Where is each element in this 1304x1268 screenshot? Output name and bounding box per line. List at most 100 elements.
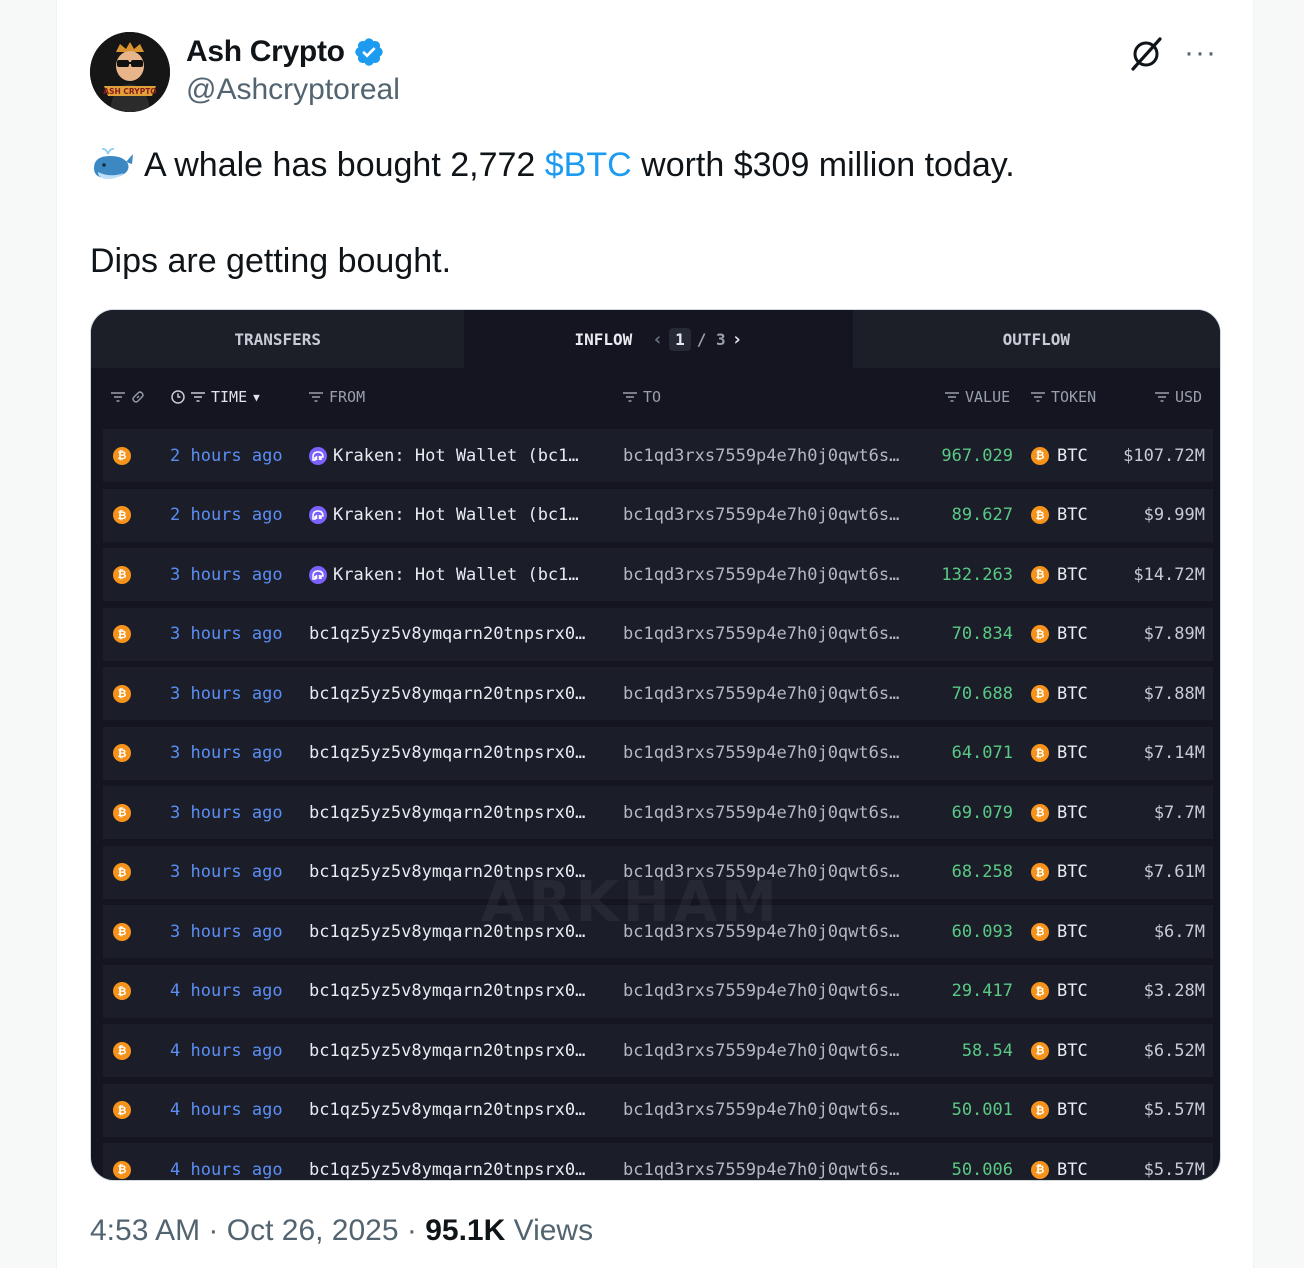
row-time-link[interactable]: 2 hours ago — [170, 429, 283, 482]
row-time-link[interactable]: 3 hours ago — [170, 608, 283, 661]
filter-icon[interactable] — [111, 392, 125, 402]
table-row[interactable]: ₿ 2 hours ago Kraken: Hot Wallet (bc1… bc1q… — [103, 488, 1213, 542]
header-to-label: TO — [643, 388, 662, 406]
row-time-link[interactable]: 3 hours ago — [170, 667, 283, 720]
prev-page-icon[interactable]: ‹ — [652, 329, 663, 350]
row-to[interactable]: bc1qd3rxs7559p4e7h0j0qwt6s… — [623, 965, 899, 1018]
table-row[interactable]: ₿ 3 hours ago bc1qz5yz5v8ymqarn20tnpsrx0… b… — [103, 786, 1213, 839]
row-token-label: BTC — [1057, 445, 1088, 466]
avatar[interactable]: ASH CRYPTO — [90, 32, 170, 112]
token-chain-icon: ₿ — [113, 846, 131, 899]
row-from[interactable]: bc1qz5yz5v8ymqarn20tnpsrx0… — [309, 608, 585, 661]
header-from[interactable]: FROM — [309, 368, 365, 426]
row-to[interactable]: bc1qd3rxs7559p4e7h0j0qwt6s… — [623, 608, 899, 661]
row-from[interactable]: Kraken: Hot Wallet (bc1… — [309, 429, 579, 482]
row-token-label: BTC — [1057, 802, 1088, 823]
tweet-text: A whale has bought 2,772 $BTC worth $309… — [90, 142, 1015, 284]
filter-icon[interactable] — [309, 392, 323, 402]
filter-icon[interactable] — [945, 392, 959, 402]
row-token[interactable]: ₿ BTC — [1031, 846, 1088, 899]
more-options-icon[interactable]: ··· — [1184, 33, 1217, 73]
header-value[interactable]: VALUE — [945, 368, 1010, 426]
header-token[interactable]: TOKEN — [1031, 368, 1096, 426]
filter-icon[interactable] — [1155, 392, 1169, 402]
verified-badge-icon[interactable] — [353, 36, 385, 68]
row-to[interactable]: bc1qd3rxs7559p4e7h0j0qwt6s… — [623, 1024, 899, 1077]
row-to[interactable]: bc1qd3rxs7559p4e7h0j0qwt6s… — [623, 727, 899, 780]
row-from[interactable]: Kraken: Hot Wallet (bc1… — [309, 489, 579, 542]
row-token[interactable]: ₿ BTC — [1031, 1024, 1088, 1077]
row-time-link[interactable]: 3 hours ago — [170, 548, 283, 601]
row-token[interactable]: ₿ BTC — [1031, 548, 1088, 601]
table-row[interactable]: ₿ 4 hours ago bc1qz5yz5v8ymqarn20tnpsrx0… b… — [103, 1083, 1213, 1137]
token-chain-icon: ₿ — [113, 429, 131, 482]
row-to[interactable]: bc1qd3rxs7559p4e7h0j0qwt6s… — [623, 489, 899, 542]
tweet-media-image[interactable]: TRANSFERS INFLOW ‹ 1 / 3 › OUTFLOW TIME … — [90, 309, 1221, 1181]
row-token[interactable]: ₿ BTC — [1031, 1084, 1088, 1137]
filter-icon[interactable] — [1031, 392, 1045, 402]
row-from[interactable]: bc1qz5yz5v8ymqarn20tnpsrx0… — [309, 727, 585, 780]
row-time-link[interactable]: 4 hours ago — [170, 1024, 283, 1077]
table-row[interactable]: ₿ 3 hours ago bc1qz5yz5v8ymqarn20tnpsrx0… b… — [103, 607, 1213, 661]
row-to[interactable]: bc1qd3rxs7559p4e7h0j0qwt6s… — [623, 429, 899, 482]
filter-icon[interactable] — [623, 392, 637, 402]
grok-icon[interactable] — [1128, 33, 1164, 73]
row-to[interactable]: bc1qd3rxs7559p4e7h0j0qwt6s… — [623, 786, 899, 839]
row-time-link[interactable]: 3 hours ago — [170, 786, 283, 839]
row-token[interactable]: ₿ BTC — [1031, 667, 1088, 720]
filter-icon[interactable] — [191, 392, 205, 402]
header-to[interactable]: TO — [623, 368, 661, 426]
row-from[interactable]: bc1qz5yz5v8ymqarn20tnpsrx0… — [309, 965, 585, 1018]
header-link-col[interactable] — [111, 368, 145, 426]
row-time-link[interactable]: 4 hours ago — [170, 1084, 283, 1137]
author-name[interactable]: Ash Crypto — [186, 35, 345, 69]
author-handle[interactable]: @Ashcryptoreal — [186, 73, 400, 107]
row-token[interactable]: ₿ BTC — [1031, 429, 1088, 482]
row-time-link[interactable]: 3 hours ago — [170, 846, 283, 899]
next-page-icon[interactable]: › — [732, 329, 743, 350]
header-time[interactable]: TIME ▼ — [171, 368, 260, 426]
tab-outflow[interactable]: OUTFLOW — [852, 310, 1220, 368]
row-from[interactable]: bc1qz5yz5v8ymqarn20tnpsrx0… — [309, 1143, 585, 1180]
table-row[interactable]: ₿ 2 hours ago Kraken: Hot Wallet (bc1… bc1q… — [103, 429, 1213, 482]
table-row[interactable]: ₿ 4 hours ago bc1qz5yz5v8ymqarn20tnpsrx0… b… — [103, 964, 1213, 1018]
row-from[interactable]: bc1qz5yz5v8ymqarn20tnpsrx0… — [309, 786, 585, 839]
row-time-link[interactable]: 4 hours ago — [170, 965, 283, 1018]
row-time-link[interactable]: 2 hours ago — [170, 489, 283, 542]
table-row[interactable]: ₿ 3 hours ago bc1qz5yz5v8ymqarn20tnpsrx0… b… — [103, 667, 1213, 720]
row-token[interactable]: ₿ BTC — [1031, 1143, 1088, 1180]
tab-inflow[interactable]: INFLOW ‹ 1 / 3 › — [464, 310, 853, 368]
row-from[interactable]: Kraken: Hot Wallet (bc1… — [309, 548, 579, 601]
row-to[interactable]: bc1qd3rxs7559p4e7h0j0qwt6s… — [623, 1143, 899, 1180]
row-value: 64.071 — [951, 743, 1013, 763]
row-to[interactable]: bc1qd3rxs7559p4e7h0j0qwt6s… — [623, 548, 899, 601]
table-row[interactable]: ₿ 4 hours ago bc1qz5yz5v8ymqarn20tnpsrx0… b… — [103, 1024, 1213, 1077]
row-from[interactable]: bc1qz5yz5v8ymqarn20tnpsrx0… — [309, 1084, 585, 1137]
row-to[interactable]: bc1qd3rxs7559p4e7h0j0qwt6s… — [623, 1084, 899, 1137]
tab-transfers[interactable]: TRANSFERS — [91, 310, 465, 368]
row-token[interactable]: ₿ BTC — [1031, 905, 1088, 958]
row-time-link[interactable]: 4 hours ago — [170, 1143, 283, 1180]
row-time-link[interactable]: 3 hours ago — [170, 905, 283, 958]
row-token[interactable]: ₿ BTC — [1031, 965, 1088, 1018]
row-token[interactable]: ₿ BTC — [1031, 489, 1088, 542]
tweet-date[interactable]: Oct 26, 2025 — [227, 1214, 399, 1247]
header-usd[interactable]: USD — [1155, 368, 1202, 426]
table-row[interactable]: ₿ 3 hours ago Kraken: Hot Wallet (bc1… bc1q… — [103, 548, 1213, 601]
meta-separator: · — [398, 1214, 426, 1247]
row-token[interactable]: ₿ BTC — [1031, 727, 1088, 780]
row-token[interactable]: ₿ BTC — [1031, 786, 1088, 839]
tweet-time[interactable]: 4:53 AM — [90, 1214, 200, 1247]
row-token[interactable]: ₿ BTC — [1031, 608, 1088, 661]
sort-desc-icon[interactable]: ▼ — [253, 391, 260, 404]
author-name-row[interactable]: Ash Crypto — [186, 32, 385, 72]
row-from[interactable]: bc1qz5yz5v8ymqarn20tnpsrx0… — [309, 1024, 585, 1077]
clock-icon — [171, 390, 185, 404]
table-row[interactable]: ₿ 3 hours ago bc1qz5yz5v8ymqarn20tnpsrx0… b… — [103, 726, 1213, 780]
row-time-link[interactable]: 3 hours ago — [170, 727, 283, 780]
cashtag-link[interactable]: $BTC — [545, 146, 632, 184]
row-from[interactable]: bc1qz5yz5v8ymqarn20tnpsrx0… — [309, 667, 585, 720]
row-to[interactable]: bc1qd3rxs7559p4e7h0j0qwt6s… — [623, 667, 899, 720]
table-row[interactable]: ₿ 4 hours ago bc1qz5yz5v8ymqarn20tnpsrx0… b… — [103, 1143, 1213, 1180]
tweet-text-line2: Dips are getting bought. — [90, 242, 452, 280]
